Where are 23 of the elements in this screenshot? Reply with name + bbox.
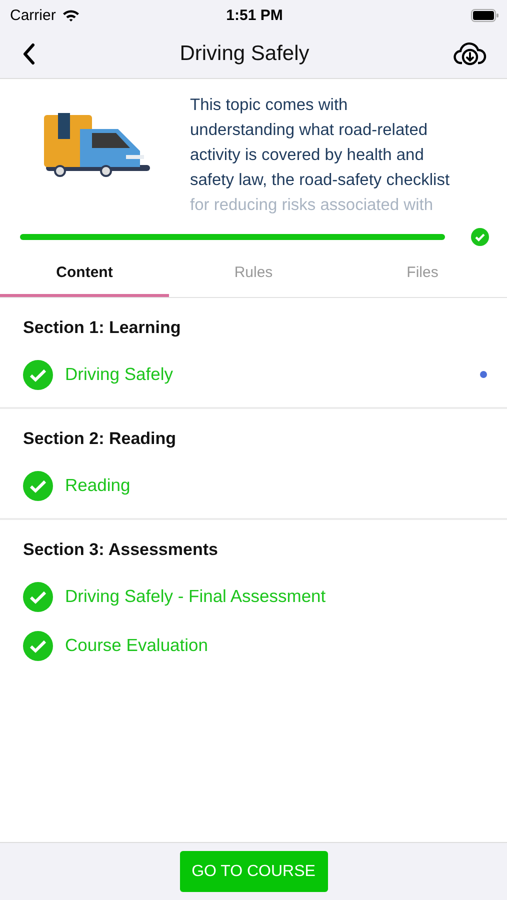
lesson-link[interactable]: Driving Safely (65, 364, 173, 385)
section-title: Section 2: Reading (23, 429, 178, 449)
topic-description: activity is covered by health and (190, 145, 425, 166)
tab[interactable]: Content (0, 251, 169, 297)
lesson-link[interactable]: Course Evaluation (65, 635, 208, 656)
screen-title: Driving Safely (180, 42, 310, 66)
cloud-download-button[interactable] (453, 42, 487, 66)
lesson-link[interactable]: Reading (65, 475, 130, 496)
wifi-icon (62, 8, 80, 22)
topic-description-faded: for reducing risks associated with (190, 195, 434, 216)
lesson-link[interactable]: Driving Safely - Final Assessment (65, 586, 326, 607)
tab[interactable]: Files (338, 251, 507, 297)
back-button[interactable] (22, 43, 36, 65)
battery-icon (470, 8, 499, 22)
topic-description: understanding what road-related (190, 120, 429, 141)
topic-description: This topic comes with (190, 95, 349, 116)
section-title: Section 3: Assessments (23, 540, 219, 560)
section-title: Section 1: Learning (23, 318, 182, 338)
topic-description: safety law, the road-safety checklist (190, 170, 451, 191)
carrier-label: Carrier (10, 6, 56, 24)
clock-time: 1:51 PM (226, 6, 283, 24)
tab[interactable]: Rules (169, 251, 338, 297)
go-to-course-button[interactable]: GO TO COURSE (180, 851, 328, 892)
